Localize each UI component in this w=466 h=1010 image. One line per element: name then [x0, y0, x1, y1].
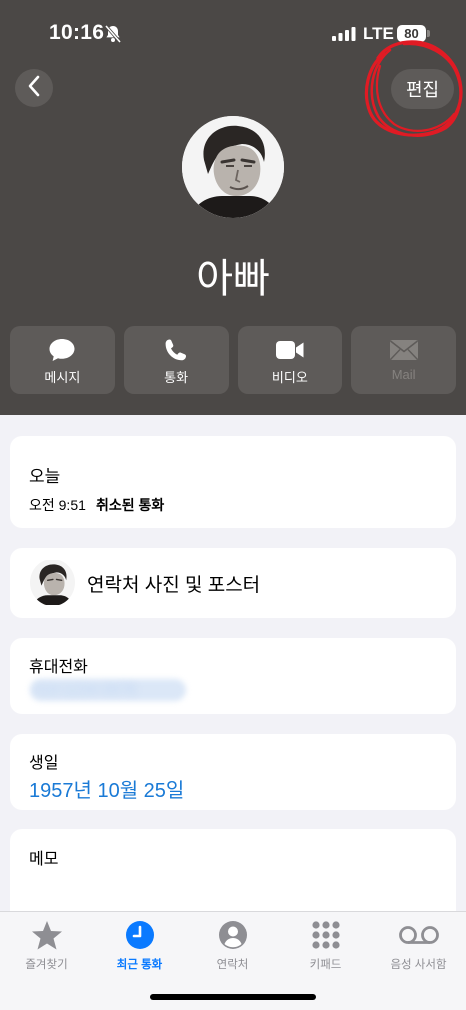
birthday-card[interactable]: 생일 1957년 10월 25일	[10, 734, 456, 810]
poster-thumbnail	[30, 559, 75, 606]
signal-icon	[332, 27, 356, 46]
mobile-phone-card[interactable]: 휴대전화 010-1234-5678	[10, 638, 456, 714]
video-icon	[275, 338, 305, 362]
back-button[interactable]	[15, 69, 53, 107]
contact-photo-poster-row[interactable]: 연락처 사진 및 포스터	[10, 548, 456, 618]
contact-avatar[interactable]	[182, 116, 284, 218]
mail-label: Mail	[391, 367, 416, 382]
tab-recents[interactable]: 최근 통화	[93, 918, 186, 972]
mail-button[interactable]: Mail	[351, 326, 456, 394]
message-icon	[48, 338, 76, 362]
birthday-value[interactable]: 1957년 10월 25일	[29, 774, 184, 803]
phone-number[interactable]: 010-1234-5678	[34, 681, 136, 698]
clock-icon	[125, 918, 155, 952]
video-label: 비디오	[271, 370, 308, 385]
birthday-label: 생일	[29, 755, 59, 772]
tab-keypad[interactable]: 키패드	[279, 918, 372, 972]
tab-favorites-label: 즐겨찾기	[25, 959, 68, 971]
tab-recents-label: 최근 통화	[116, 959, 163, 971]
poster-label: 연락처 사진 및 포스터	[87, 575, 261, 596]
star-icon	[31, 918, 63, 952]
contact-actions: 메시지 통화 비디오 Mail	[10, 326, 456, 394]
tab-contacts[interactable]: 연락처	[186, 918, 279, 972]
message-label: 메시지	[44, 370, 81, 385]
status-time: 10:16	[49, 21, 105, 44]
keypad-icon	[311, 918, 341, 952]
recent-calls-title: 오늘	[29, 467, 61, 486]
person-icon	[218, 918, 248, 952]
phone-label: 휴대전화	[29, 659, 88, 676]
contact-header: 10:16 LTE 80 편집 아빠 메시지 통화 비디오 Mail	[0, 0, 466, 415]
bell-slash-icon	[103, 24, 123, 49]
call-button[interactable]: 통화	[123, 326, 229, 394]
tab-contacts-label: 연락처	[216, 959, 249, 971]
recent-calls-card: 오늘 오전 9:51 취소된 통화	[10, 436, 456, 528]
voicemail-icon	[398, 918, 440, 952]
tab-favorites[interactable]: 즐겨찾기	[0, 918, 93, 972]
tab-voicemail-label: 음성 사서함	[390, 959, 447, 971]
message-button[interactable]: 메시지	[10, 326, 115, 394]
red-circle-annotation	[364, 40, 463, 137]
contact-name: 아빠	[196, 257, 270, 301]
call-label: 통화	[164, 370, 189, 385]
phone-icon	[164, 338, 188, 362]
recent-call-status: 취소된 통화	[96, 497, 165, 513]
memo-label: 메모	[29, 851, 59, 868]
recent-call-time: 오전 9:51	[29, 497, 86, 513]
chevron-left-icon	[27, 75, 41, 102]
video-button[interactable]: 비디오	[237, 326, 343, 394]
tab-voicemail[interactable]: 음성 사서함	[372, 918, 465, 972]
mail-icon	[389, 338, 419, 362]
home-indicator	[150, 994, 316, 1000]
tab-keypad-label: 키패드	[309, 959, 342, 971]
